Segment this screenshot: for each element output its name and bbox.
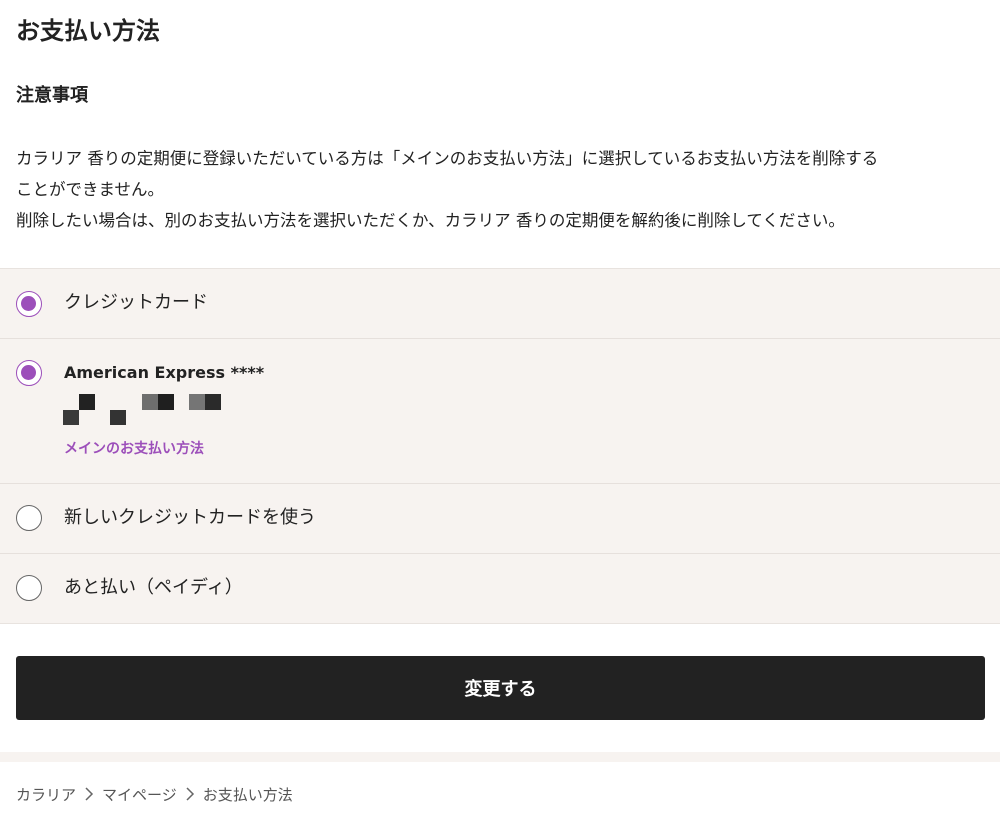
payment-option-paidy[interactable]: あと払い（ペイディ） xyxy=(0,554,1000,624)
payment-option-new-card[interactable]: 新しいクレジットカードを使う xyxy=(0,484,1000,554)
payment-option-label: 新しいクレジットカードを使う xyxy=(64,507,316,528)
card-brand-label: American Express **** xyxy=(64,363,265,382)
payment-option-credit-card[interactable]: クレジットカード xyxy=(0,269,1000,339)
chevron-right-icon xyxy=(84,784,94,808)
radio-button[interactable] xyxy=(16,505,42,531)
payment-method-list: クレジットカード American Express **** メインのお支払い方… xyxy=(0,268,1000,624)
page-title: お支払い方法 xyxy=(16,17,160,45)
breadcrumb: カラリア マイページ お支払い方法 xyxy=(16,783,293,808)
section-divider xyxy=(0,752,1000,762)
breadcrumb-current: お支払い方法 xyxy=(202,786,293,804)
payment-option-label: あと払い（ペイディ） xyxy=(64,577,243,598)
radio-button-checked[interactable] xyxy=(16,291,42,317)
payment-option-saved-card[interactable]: American Express **** メインのお支払い方法 xyxy=(0,339,1000,484)
radio-button[interactable] xyxy=(16,575,42,601)
notes-line: 削除したい場合は、別のお支払い方法を選択いただくか、カラリア 香りの定期便を解約… xyxy=(16,211,845,230)
breadcrumb-link-mypage[interactable]: マイページ xyxy=(102,786,177,804)
notes-line: カラリア 香りの定期便に登録いただいている方は「メインのお支払い方法」に選択して… xyxy=(16,149,879,168)
masked-card-number xyxy=(63,394,223,426)
chevron-right-icon xyxy=(185,784,195,808)
submit-change-button[interactable]: 変更する xyxy=(16,656,985,720)
payment-option-label: クレジットカード xyxy=(64,292,208,313)
main-payment-badge: メインのお支払い方法 xyxy=(64,441,204,457)
radio-button-checked[interactable] xyxy=(16,360,42,386)
breadcrumb-link-home[interactable]: カラリア xyxy=(16,786,76,804)
notes-heading: 注意事項 xyxy=(16,85,88,106)
notes-body: カラリア 香りの定期便に登録いただいている方は「メインのお支払い方法」に選択して… xyxy=(16,143,991,236)
notes-line: ことができません。 xyxy=(16,180,165,199)
